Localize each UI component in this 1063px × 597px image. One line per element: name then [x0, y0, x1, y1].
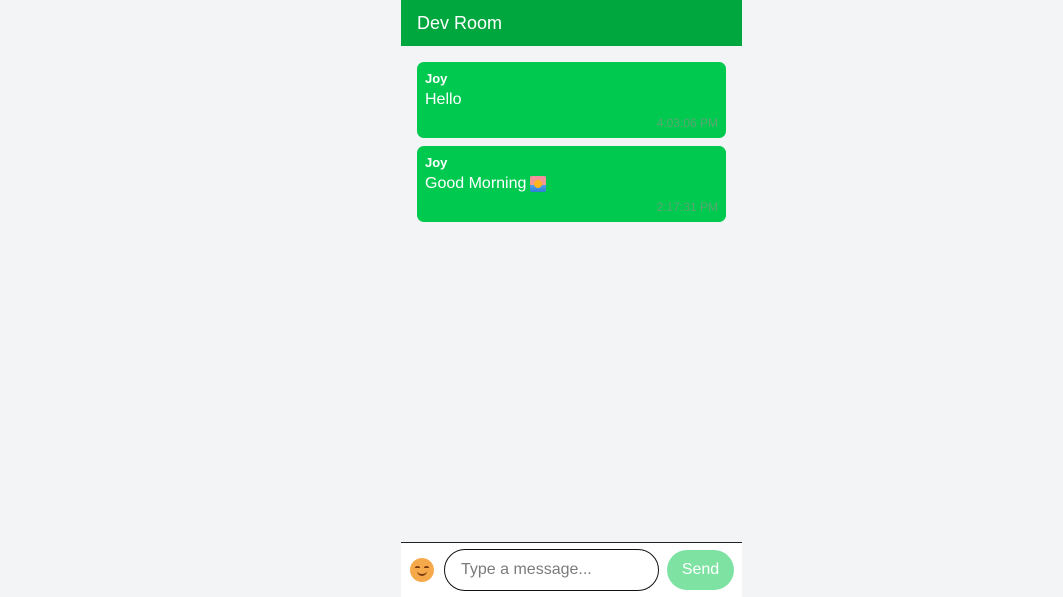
smiling-face-icon[interactable]: [410, 558, 434, 582]
message-time: 4:03:06 PM: [656, 116, 718, 130]
emoji-eye-left: [415, 566, 420, 569]
message-time: 2:17:31 PM: [656, 200, 718, 214]
message-sender: Joy: [425, 71, 448, 86]
message-text: Good Morning: [425, 175, 527, 192]
message-sender: Joy: [425, 155, 448, 170]
send-button[interactable]: Send: [667, 550, 734, 590]
message-composer: Send: [401, 542, 742, 597]
message-bubble: Joy Hello 4:03:06 PM: [417, 62, 726, 138]
chat-header: Dev Room: [401, 0, 742, 46]
message-bubble: Joy Good Morning 2:17:31 PM: [417, 146, 726, 222]
message-text-row: Good Morning: [425, 173, 718, 195]
room-title: Dev Room: [417, 12, 503, 33]
emoji-eye-right: [424, 566, 429, 569]
sunrise-icon: [530, 176, 547, 192]
message-list: Joy Hello 4:03:06 PM Joy Good Morning 2:…: [401, 46, 742, 246]
message-input[interactable]: [444, 549, 659, 591]
message-text: Hello: [425, 91, 462, 108]
chat-window: Dev Room Joy Hello 4:03:06 PM Joy Good M…: [401, 0, 742, 597]
emoji-mouth: [417, 571, 427, 576]
message-text-row: Hello: [425, 89, 718, 111]
